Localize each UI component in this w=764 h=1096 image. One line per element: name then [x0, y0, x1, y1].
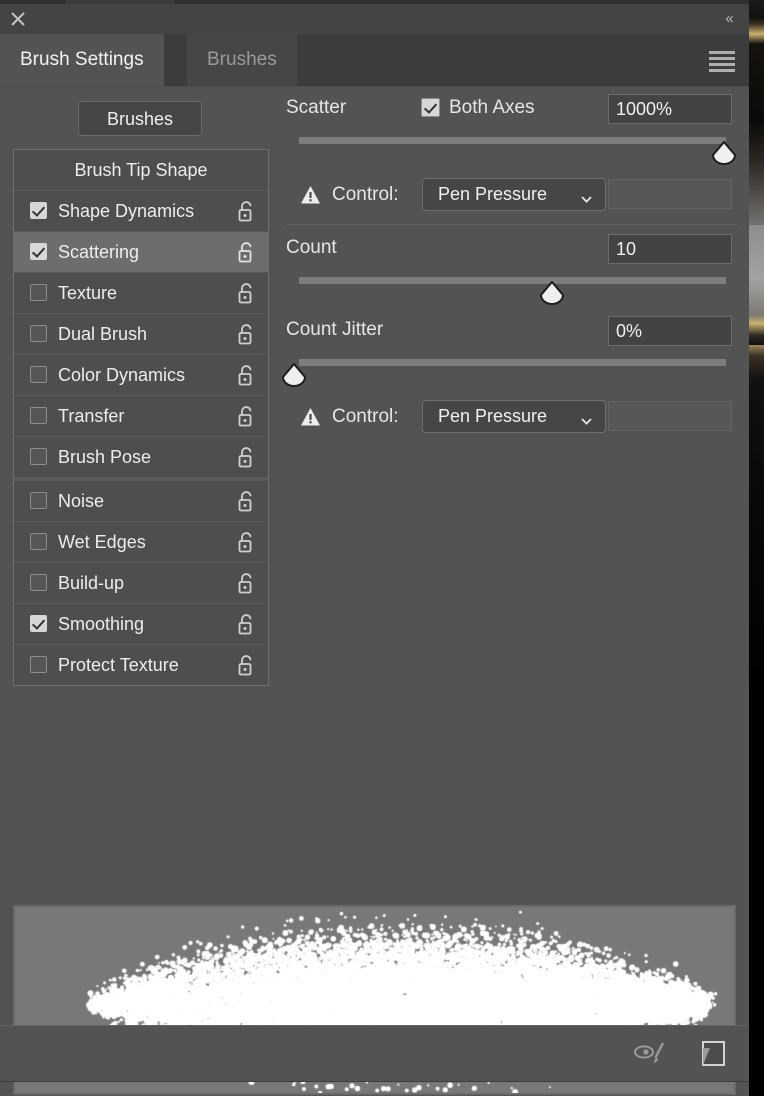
unlocked-padlock-icon[interactable]: [237, 323, 256, 345]
close-icon[interactable]: [9, 10, 27, 28]
brush-tip-shape-header[interactable]: Brush Tip Shape: [14, 150, 268, 191]
count-jitter-control-extra-field[interactable]: [608, 401, 732, 431]
count-jitter-value-field[interactable]: 0%: [608, 316, 732, 346]
count-jitter-slider-thumb[interactable]: [281, 362, 307, 387]
dropdown-value: Pen Pressure: [438, 406, 548, 426]
count-jitter-label: Count Jitter: [286, 319, 384, 340]
menu-line: [709, 57, 735, 60]
unlocked-padlock-icon[interactable]: [237, 613, 256, 635]
checkbox-build-up[interactable]: [30, 574, 47, 591]
collapse-panel-icon[interactable]: «: [719, 10, 739, 28]
option-label: Color Dynamics: [58, 365, 186, 385]
tab-brushes[interactable]: Brushes: [187, 34, 297, 86]
hamburger-menu-icon[interactable]: [709, 51, 735, 72]
option-label: Noise: [58, 491, 105, 511]
checkbox-shape-dynamics[interactable]: [30, 202, 47, 219]
option-row-shape-dynamics[interactable]: Shape Dynamics: [14, 191, 268, 232]
tab-brush-settings[interactable]: Brush Settings: [0, 34, 164, 86]
option-label: Transfer: [58, 406, 125, 426]
checkbox-color-dynamics[interactable]: [30, 366, 47, 383]
option-label: Protect Texture: [58, 655, 179, 675]
option-row-brush-pose[interactable]: Brush Pose: [14, 437, 268, 478]
count-jitter-control-label: Control:: [332, 406, 399, 427]
unlocked-padlock-icon[interactable]: [237, 531, 256, 553]
scatter-slider-thumb[interactable]: [711, 140, 737, 165]
checkbox-dual-brush[interactable]: [30, 325, 47, 342]
checkbox-smoothing[interactable]: [30, 615, 47, 632]
settings-divider: [286, 224, 738, 225]
option-label: Texture: [58, 283, 118, 303]
option-row-dual-brush[interactable]: Dual Brush: [14, 314, 268, 355]
unlocked-padlock-icon[interactable]: [237, 654, 256, 676]
unlocked-padlock-icon[interactable]: [237, 446, 256, 468]
option-row-noise[interactable]: Noise: [14, 478, 268, 522]
option-row-wet-edges[interactable]: Wet Edges: [14, 522, 268, 563]
brush-option-list: Brush Tip Shape Shape Dynamics Scatterin…: [13, 149, 269, 686]
chevron-down-icon: [581, 190, 592, 203]
panel-footer: [0, 1025, 749, 1082]
scatter-control-label: Control:: [332, 184, 399, 205]
option-row-protect-texture[interactable]: Protect Texture: [14, 645, 268, 685]
scatter-control-extra-field[interactable]: [608, 179, 732, 209]
option-label: Wet Edges: [58, 532, 146, 552]
new-brush-preset-icon[interactable]: [701, 1040, 727, 1068]
panel-titlebar: «: [0, 4, 749, 34]
menu-line: [709, 63, 735, 66]
checkbox-protect-texture[interactable]: [30, 656, 47, 673]
eye-brush-live-tip-icon[interactable]: [633, 1040, 669, 1068]
count-slider-track[interactable]: [299, 277, 726, 284]
warning-triangle-icon[interactable]: [300, 407, 321, 427]
option-row-transfer[interactable]: Transfer: [14, 396, 268, 437]
unlocked-padlock-icon[interactable]: [237, 405, 256, 427]
warning-triangle-icon[interactable]: [300, 185, 321, 205]
checkbox-scattering[interactable]: [30, 243, 47, 260]
option-row-texture[interactable]: Texture: [14, 273, 268, 314]
checkbox-brush-pose[interactable]: [30, 448, 47, 465]
brushes-button[interactable]: Brushes: [78, 101, 202, 136]
scatter-value-field[interactable]: 1000%: [608, 94, 732, 124]
dropdown-value: Pen Pressure: [438, 184, 548, 204]
count-jitter-slider-track[interactable]: [299, 359, 726, 366]
option-label: Brush Pose: [58, 447, 152, 467]
menu-line: [709, 69, 735, 72]
unlocked-padlock-icon[interactable]: [237, 241, 256, 263]
scatter-label: Scatter: [286, 97, 347, 118]
option-label: Dual Brush: [58, 324, 148, 344]
panel-tab-strip: Brush Settings Brushes: [0, 34, 749, 87]
unlocked-padlock-icon[interactable]: [237, 364, 256, 386]
count-value-field[interactable]: 10: [608, 234, 732, 264]
chevron-down-icon: [581, 412, 592, 425]
panel-body: Brushes Brush Tip Shape Shape Dynamics S…: [0, 87, 749, 1095]
count-jitter-control-dropdown[interactable]: Pen Pressure: [422, 400, 606, 433]
unlocked-padlock-icon[interactable]: [237, 282, 256, 304]
count-slider-thumb[interactable]: [539, 280, 565, 305]
background-photo-strip: [749, 0, 764, 1096]
footer-divider: [0, 1081, 749, 1082]
option-row-scattering[interactable]: Scattering: [14, 232, 268, 273]
option-row-color-dynamics[interactable]: Color Dynamics: [14, 355, 268, 396]
option-row-smoothing[interactable]: Smoothing: [14, 604, 268, 645]
option-row-build-up[interactable]: Build-up: [14, 563, 268, 604]
both-axes-label: Both Axes: [449, 97, 535, 118]
checkbox-wet-edges[interactable]: [30, 533, 47, 550]
option-label: Build-up: [58, 573, 125, 593]
checkbox-texture[interactable]: [30, 284, 47, 301]
unlocked-padlock-icon[interactable]: [237, 572, 256, 594]
option-label: Smoothing: [58, 614, 145, 634]
both-axes-checkbox[interactable]: [421, 98, 440, 117]
brush-settings-panel: « Brush Settings Brushes Brushes Brush T…: [0, 4, 749, 1096]
checkbox-transfer[interactable]: [30, 407, 47, 424]
unlocked-padlock-icon[interactable]: [237, 490, 256, 512]
option-label: Scattering: [58, 242, 140, 262]
scatter-control-dropdown[interactable]: Pen Pressure: [422, 178, 606, 211]
checkbox-noise[interactable]: [30, 492, 47, 509]
count-label: Count: [286, 237, 337, 258]
menu-line: [709, 51, 735, 54]
scatter-slider-track[interactable]: [299, 137, 726, 144]
option-label: Shape Dynamics: [58, 201, 195, 221]
unlocked-padlock-icon[interactable]: [237, 200, 256, 222]
